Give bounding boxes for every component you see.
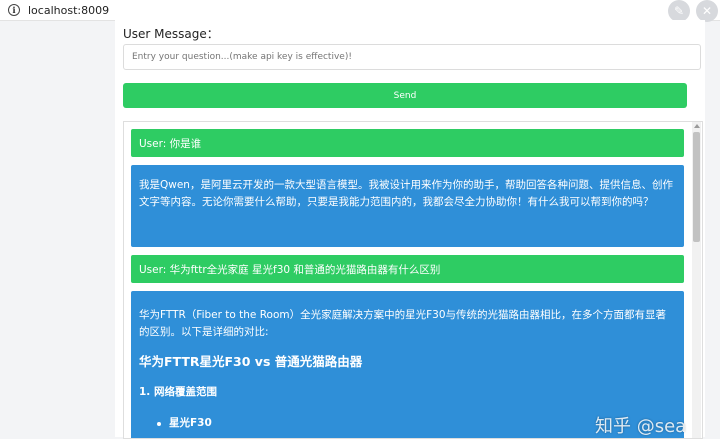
scroll-up-icon[interactable] — [694, 124, 700, 128]
bot-message-1: 我是Qwen，是阿里云开发的一款大型语言模型。我被设计用来作为你的助手，帮助回答… — [131, 165, 684, 247]
bot-message-2-intro: 华为FTTR（Fiber to the Room）全光家庭解决方案中的星光F30… — [139, 309, 667, 338]
page: User Message： Send User: 你是谁 我是Qwen，是阿里云… — [0, 20, 720, 439]
chat-scrollbar[interactable] — [692, 122, 701, 438]
url-text[interactable]: localhost:8009 — [28, 4, 109, 17]
user-message-1-text: User: 你是谁 — [139, 137, 202, 150]
top-actions: ✎ ✕ — [668, 0, 718, 22]
bot-message-2-section-1: 1. 网络覆盖范围 — [139, 386, 217, 398]
scroll-thumb[interactable] — [693, 132, 700, 242]
chat-history[interactable]: User: 你是谁 我是Qwen，是阿里云开发的一款大型语言模型。我被设计用来作… — [123, 121, 703, 439]
chat-panel: User Message： Send User: 你是谁 我是Qwen，是阿里云… — [115, 20, 705, 439]
edit-icon[interactable]: ✎ — [668, 0, 690, 22]
user-message-label: User Message： — [123, 27, 219, 41]
address-bar[interactable]: i localhost:8009 ✎ ✕ — [0, 0, 720, 22]
info-icon[interactable]: i — [8, 4, 20, 16]
bot-message-2-heading: 华为FTTR星光F30 vs 普通光猫路由器 — [139, 354, 363, 369]
user-message-1: User: 你是谁 — [131, 129, 684, 157]
bot-message-1-text: 我是Qwen，是阿里云开发的一款大型语言模型。我被设计用来作为你的助手，帮助回答… — [139, 179, 673, 208]
user-message-2-text: User: 华为fttr全光家庭 星光f30 和普通的光猫路由器有什么区别 — [139, 263, 441, 276]
send-button[interactable]: Send — [123, 83, 687, 108]
close-icon[interactable]: ✕ — [696, 0, 718, 22]
user-message-2: User: 华为fttr全光家庭 星光f30 和普通的光猫路由器有什么区别 — [131, 255, 684, 283]
question-input[interactable] — [123, 44, 701, 70]
bot-message-2-bullet-1-text: 星光F30 — [169, 417, 212, 429]
bullet-icon — [157, 421, 161, 426]
watermark: 知乎 @sea — [595, 416, 687, 437]
